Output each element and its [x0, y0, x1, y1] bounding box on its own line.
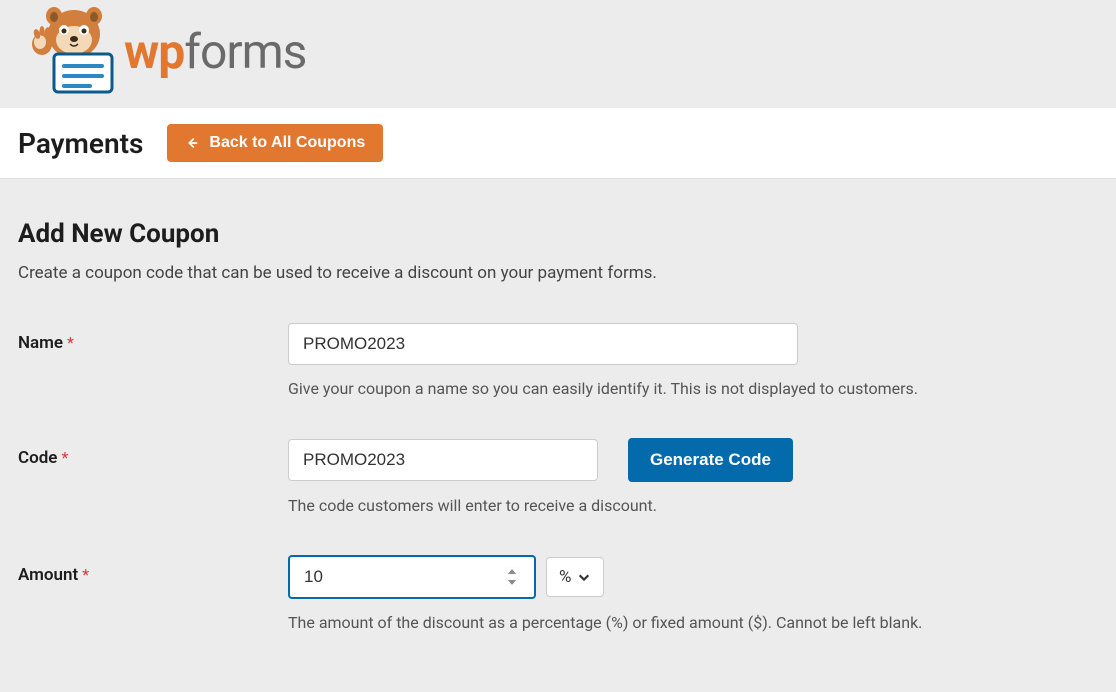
amount-input[interactable]: [288, 555, 536, 599]
code-row: Code * Generate Code The code customers …: [18, 438, 1098, 515]
page-title: Payments: [18, 127, 143, 160]
name-help-text: Give your coupon a name so you can easil…: [288, 379, 1098, 398]
content-area: Add New Coupon Create a coupon code that…: [0, 179, 1116, 692]
code-label: Code: [18, 448, 57, 468]
back-button-label: Back to All Coupons: [209, 134, 365, 152]
amount-unit-label: %: [559, 567, 571, 587]
code-input[interactable]: [288, 439, 598, 481]
arrow-left-icon: [185, 136, 199, 150]
name-input[interactable]: [288, 323, 798, 365]
required-marker: *: [82, 565, 89, 584]
required-marker: *: [61, 448, 68, 467]
name-label: Name: [18, 333, 63, 353]
section-description: Create a coupon code that can be used to…: [18, 263, 1098, 283]
section-title: Add New Coupon: [18, 219, 1098, 249]
required-marker: *: [67, 333, 74, 352]
back-to-all-coupons-button[interactable]: Back to All Coupons: [167, 124, 383, 162]
generate-code-button[interactable]: Generate Code: [628, 438, 793, 482]
chevron-down-icon: [577, 570, 591, 584]
amount-label: Amount: [18, 565, 78, 585]
name-row: Name * Give your coupon a name so you ca…: [18, 323, 1098, 398]
header-bar: Payments Back to All Coupons: [0, 108, 1116, 179]
wpforms-mascot-icon: [18, 6, 118, 96]
code-help-text: The code customers will enter to receive…: [288, 496, 1098, 515]
logo-area: wpforms: [0, 0, 1116, 108]
logo-prefix: wp: [124, 23, 184, 80]
wpforms-logo-text: wpforms: [124, 23, 306, 80]
amount-row: Amount * % The amount of the discount as…: [18, 555, 1098, 632]
logo-suffix: forms: [184, 23, 306, 80]
amount-help-text: The amount of the discount as a percenta…: [288, 613, 1098, 632]
amount-unit-select[interactable]: %: [546, 557, 604, 597]
